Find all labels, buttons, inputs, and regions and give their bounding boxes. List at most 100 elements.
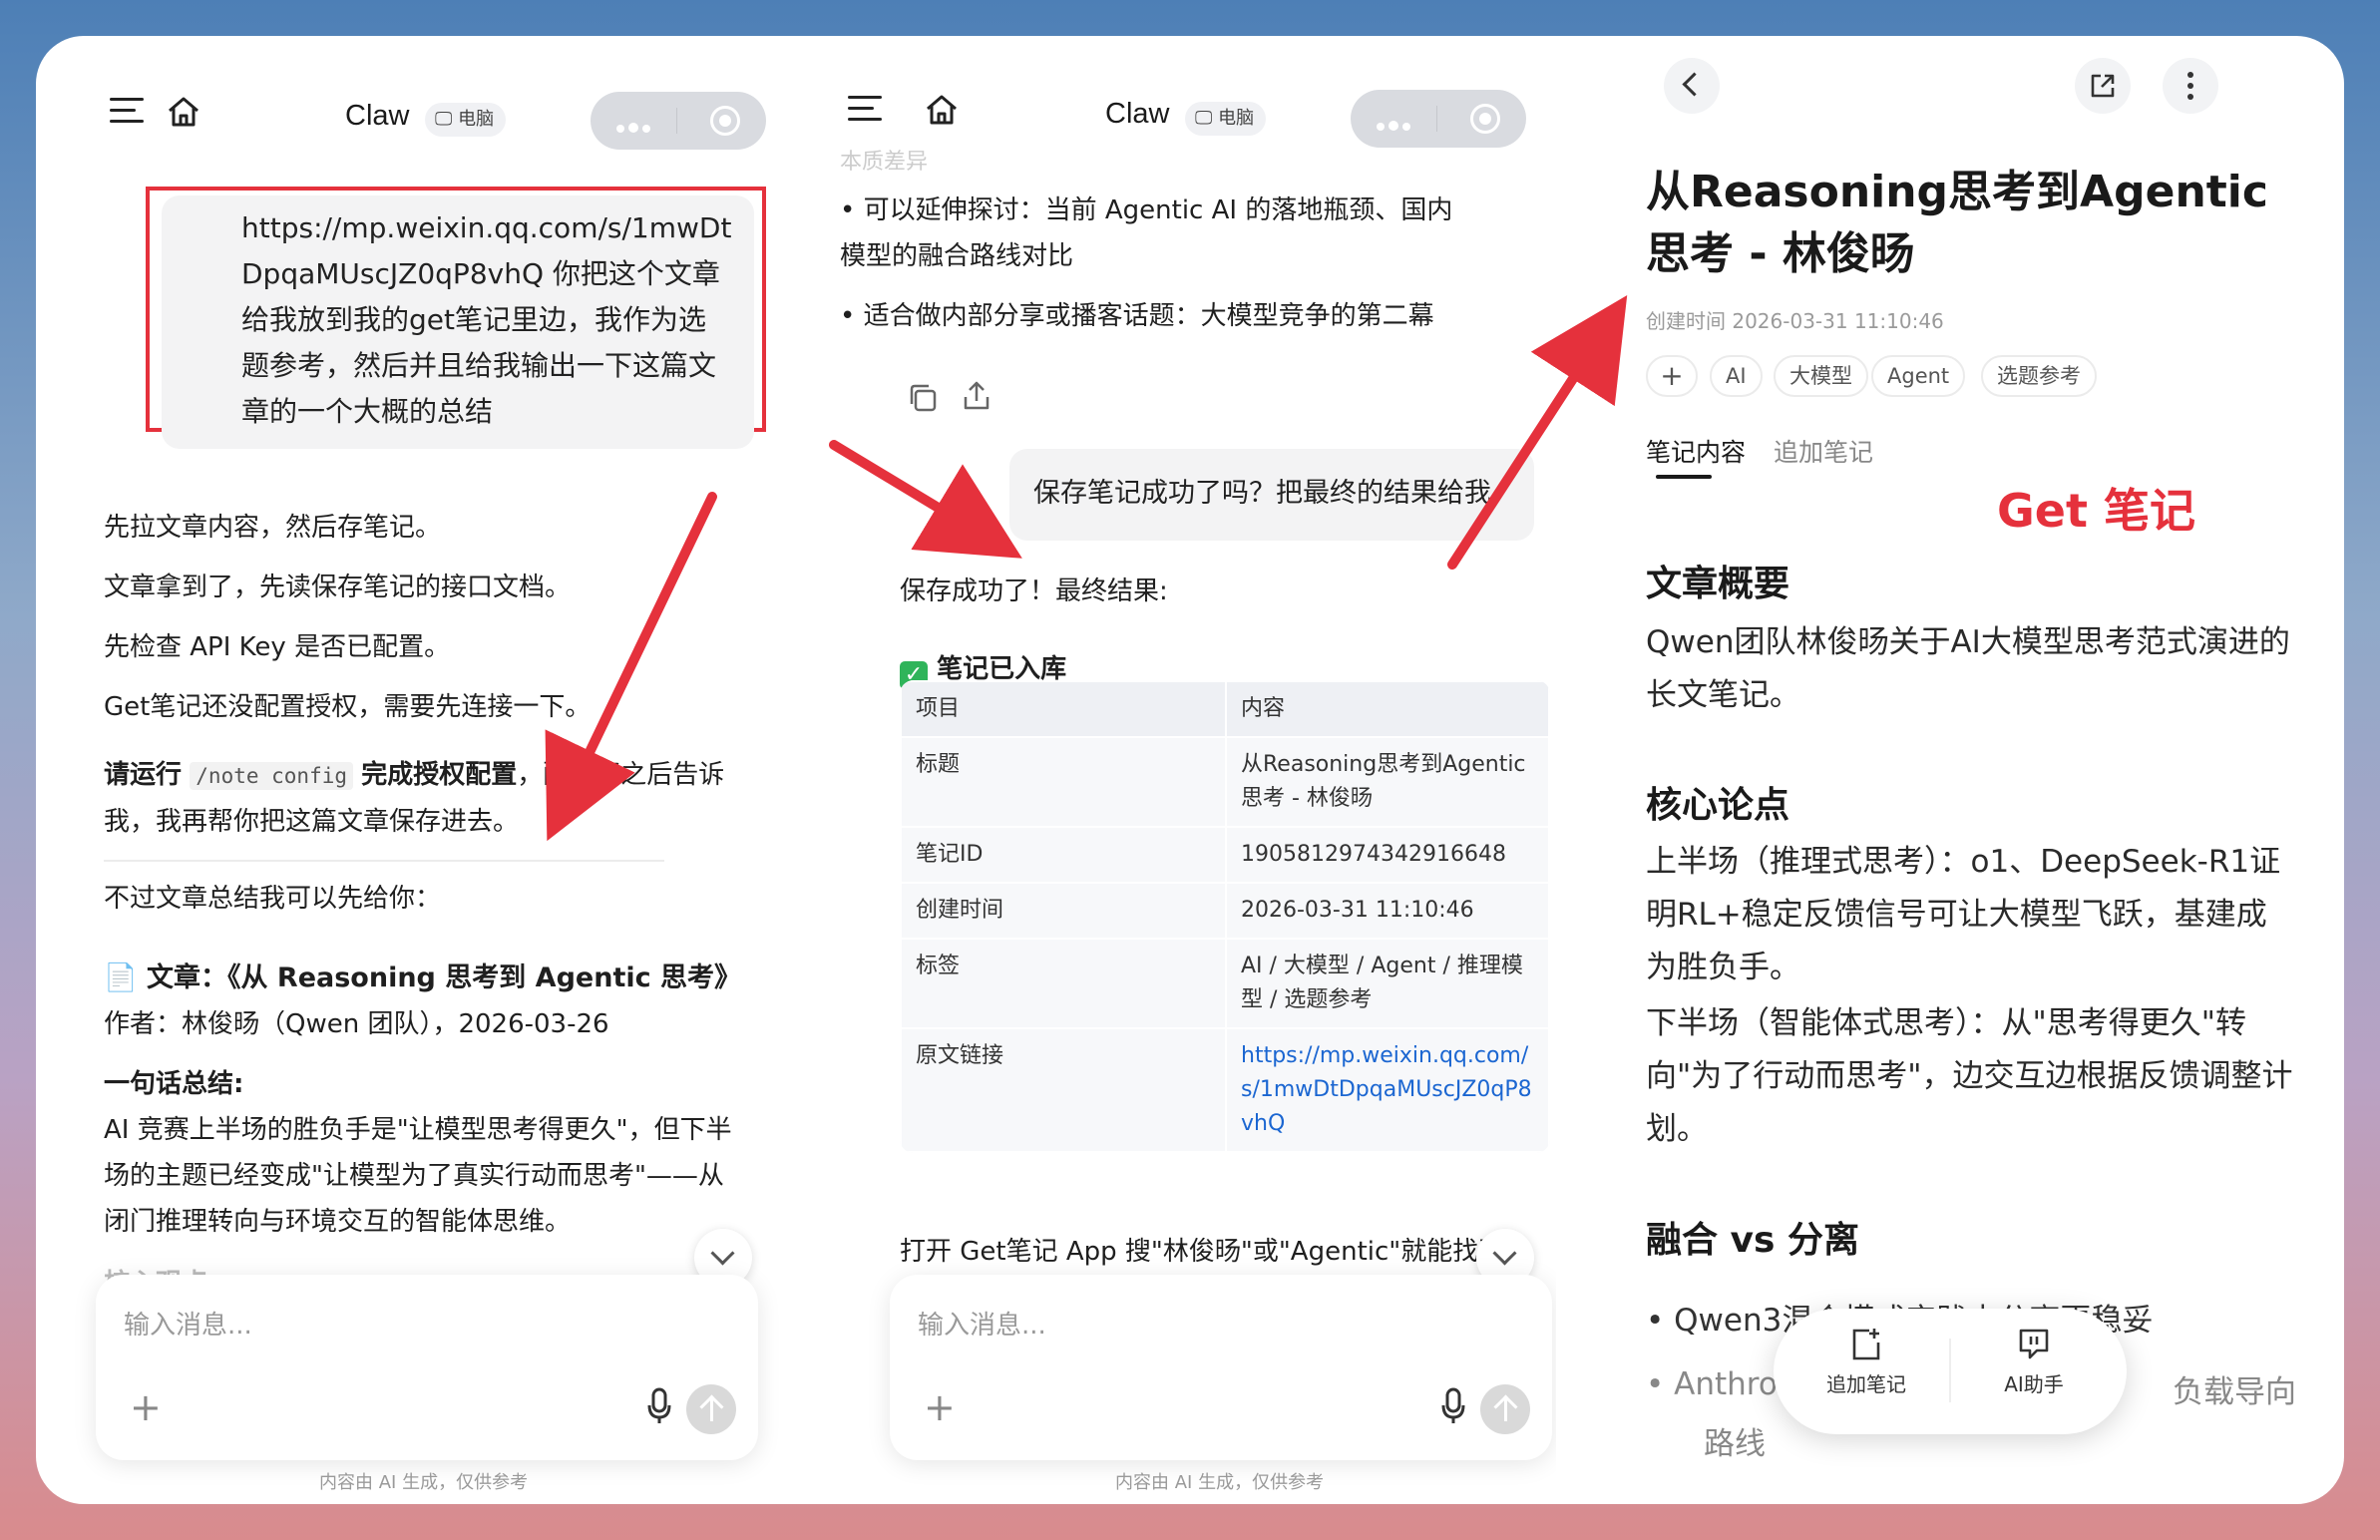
summary-text: AI 竞赛上半场的胜负手是"让模型思考得更久"，但下半 (104, 1115, 732, 1145)
bullet-item: • 适合做内部分享或播客话题：大模型竞争的第二幕 (840, 301, 1434, 331)
table-cell: 标签 (900, 938, 1227, 1029)
tag-chip[interactable]: 选题参考 (1981, 355, 2097, 397)
note-paragraph: 下半场（智能体式思考）：从"思考得更久"转向"为了行动而思考"，边交互边根据反馈… (1646, 1005, 2293, 1147)
section-heading: 融合 vs 分离 (1646, 1220, 1859, 1261)
assistant-reply: 保存成功了！最终结果: (900, 577, 1168, 606)
home-icon[interactable] (922, 90, 962, 130)
home-icon[interactable] (164, 92, 203, 132)
send-button[interactable] (686, 1384, 736, 1434)
device-badge: 🖵 电脑 (425, 103, 507, 137)
open-external-button[interactable] (2075, 58, 2131, 114)
monitor-icon: 🖵 (1195, 108, 1219, 129)
ai-assistant-button[interactable]: AI助手 (1969, 1327, 2099, 1397)
close-miniapp-icon[interactable] (710, 106, 740, 136)
miniapp-capsule[interactable] (591, 92, 766, 150)
microphone-icon[interactable] (1440, 1386, 1466, 1426)
send-button[interactable] (1480, 1384, 1530, 1434)
add-note-icon (1852, 1329, 1880, 1360)
section-heading: 文章概要 (1646, 564, 1790, 604)
assistant-line: 先检查 API Key 是否已配置。 (104, 632, 451, 662)
more-options-button[interactable] (2163, 58, 2218, 114)
chat-header: Claw 🖵 电脑 (36, 64, 794, 164)
menu-icon[interactable] (110, 98, 144, 126)
table-row: 标题 从Reasoning思考到Agentic思考 - 林俊旸 (900, 736, 1550, 828)
note-bullet: 负载导向 (2173, 1374, 2296, 1410)
append-note-button[interactable]: 追加笔记 (1801, 1327, 1931, 1397)
ai-disclaimer: 内容由 AI 生成，仅供参考 (319, 1472, 529, 1493)
note-bullet: • Anthro (1646, 1366, 1778, 1402)
chat-panel-1: Claw 🖵 电脑 https://mp.weixin.qq.com/s/1mw… (36, 36, 794, 1504)
author-line: 作者：林俊旸（Qwen 团队），2026-03-26 (104, 1009, 609, 1039)
table-cell: 笔记ID (900, 826, 1227, 884)
section-heading: 核心论点 (1646, 785, 1790, 826)
faded-text: 本质差异 (840, 150, 929, 175)
plus-icon[interactable]: + (130, 1388, 162, 1426)
ai-disclaimer: 内容由 AI 生成，仅供参考 (1115, 1472, 1325, 1493)
assistant-line: Get笔记还没配置授权，需要先连接一下。 (104, 692, 592, 722)
copy-icon[interactable] (906, 381, 940, 415)
assistant-line: 先拉文章内容，然后存笔记。 (104, 513, 442, 543)
table-row: 标签 AI / 大模型 / Agent / 推理模型 / 选题参考 (900, 938, 1550, 1029)
table-cell: 创建时间 (900, 882, 1227, 940)
app-title: Claw (1105, 98, 1170, 130)
note-paragraph: Qwen团队林俊旸关于AI大模型思考范式演进的长文笔记。 (1646, 624, 2290, 713)
add-tag-button[interactable]: + (1646, 355, 1698, 397)
created-time: 创建时间 2026-03-31 11:10:46 (1646, 309, 1944, 333)
summary-text: 场的主题已经变成"让模型为了真实行动而思考"——从 (104, 1161, 724, 1191)
share-icon[interactable] (960, 379, 993, 413)
monitor-icon: 🖵 (435, 109, 459, 130)
assistant-footer-text: 打开 Get笔记 App 搜"林俊旸"或"Agentic"就能找到。 (900, 1237, 1531, 1267)
table-row: 原文链接 https://mp.weixin.qq.com/s/1mwDtDpq… (900, 1027, 1550, 1153)
table-cell: 2026-03-31 11:10:46 (1225, 882, 1550, 940)
table-cell: 标题 (900, 736, 1227, 828)
message-input-box[interactable]: 输入消息... + (890, 1275, 1552, 1460)
device-badge: 🖵 电脑 (1185, 102, 1267, 136)
bullet-item: • 可以延伸探讨：当前 Agentic AI 的落地瓶颈、国内 (840, 195, 1453, 225)
tag-chip[interactable]: AI (1710, 355, 1763, 397)
active-tab-indicator (1656, 475, 1712, 479)
screenshot-card: Claw 🖵 电脑 https://mp.weixin.qq.com/s/1mw… (36, 36, 2344, 1504)
table-cell: 原文链接 (900, 1027, 1227, 1153)
microphone-icon[interactable] (646, 1386, 672, 1426)
tag-chip[interactable]: 大模型 (1774, 355, 1868, 397)
chat-panel-2: Claw 🖵 电脑 本质差异 • 可以延伸探讨：当前 Agentic AI 的落… (796, 36, 1556, 1504)
user-message: https://mp.weixin.qq.com/s/1mwDtDpqaMUsc… (162, 195, 754, 449)
note-paragraph: 上半场（推理式思考）：o1、DeepSeek-R1证明RL+稳定反馈信号可让大模… (1646, 844, 2281, 985)
table-cell: 1905812974342916648 (1225, 826, 1550, 884)
bullet-item: 模型的融合路线对比 (840, 241, 1074, 271)
external-link-icon (2091, 74, 2115, 98)
app-title: Claw (345, 100, 410, 132)
source-link[interactable]: https://mp.weixin.qq.com/s/1mwDtDpqaMUsc… (1225, 1027, 1550, 1153)
close-miniapp-icon[interactable] (1470, 104, 1500, 134)
more-vertical-icon (2187, 72, 2193, 100)
table-row: 创建时间 2026-03-31 11:10:46 (900, 882, 1550, 940)
note-bullet: 路线 (1704, 1426, 1766, 1462)
summary-title: 一句话总结: (104, 1069, 244, 1099)
plus-icon[interactable]: + (924, 1388, 956, 1426)
table-row: 笔记ID 1905812974342916648 (900, 826, 1550, 884)
assistant-line: 不过文章总结我可以先给你： (104, 884, 442, 914)
more-dots-icon[interactable] (1377, 116, 1414, 135)
command-code: /note config (190, 762, 353, 790)
assistant-auth-hint: 请运行 /note config 完成授权配置，配置好之后告诉 我，我再帮你把这… (104, 760, 725, 837)
ai-chat-icon (2019, 1329, 2049, 1359)
back-button[interactable] (1664, 58, 1720, 114)
divider (104, 860, 664, 862)
column-header: 项目 (900, 680, 1227, 738)
message-input-box[interactable]: 输入消息... + (96, 1275, 758, 1460)
tab-note-content[interactable]: 笔记内容 (1646, 433, 1746, 469)
miniapp-capsule[interactable] (1351, 90, 1526, 148)
message-input[interactable]: 输入消息... (124, 1305, 252, 1342)
column-header: 内容 (1225, 680, 1550, 738)
article-label: 📄 文章：《从 Reasoning 思考到 Agentic 思考》 (104, 962, 742, 993)
table-cell: 从Reasoning思考到Agentic思考 - 林俊旸 (1225, 736, 1550, 828)
menu-icon[interactable] (848, 96, 882, 124)
more-dots-icon[interactable] (616, 118, 654, 137)
result-table: 项目 内容 标题 从Reasoning思考到Agentic思考 - 林俊旸 笔记… (900, 680, 1550, 1153)
note-title: 从Reasoning思考到Agentic思考 - 林俊旸 (1646, 167, 2268, 279)
summary-text: 闭门推理转向与环境交互的智能体思维。 (104, 1207, 572, 1237)
assistant-line: 文章拿到了，先读保存笔记的接口文档。 (104, 573, 572, 602)
tab-append-note[interactable]: 追加笔记 (1774, 433, 1873, 469)
message-input[interactable]: 输入消息... (918, 1305, 1046, 1342)
tag-chip[interactable]: Agent (1871, 355, 1966, 397)
